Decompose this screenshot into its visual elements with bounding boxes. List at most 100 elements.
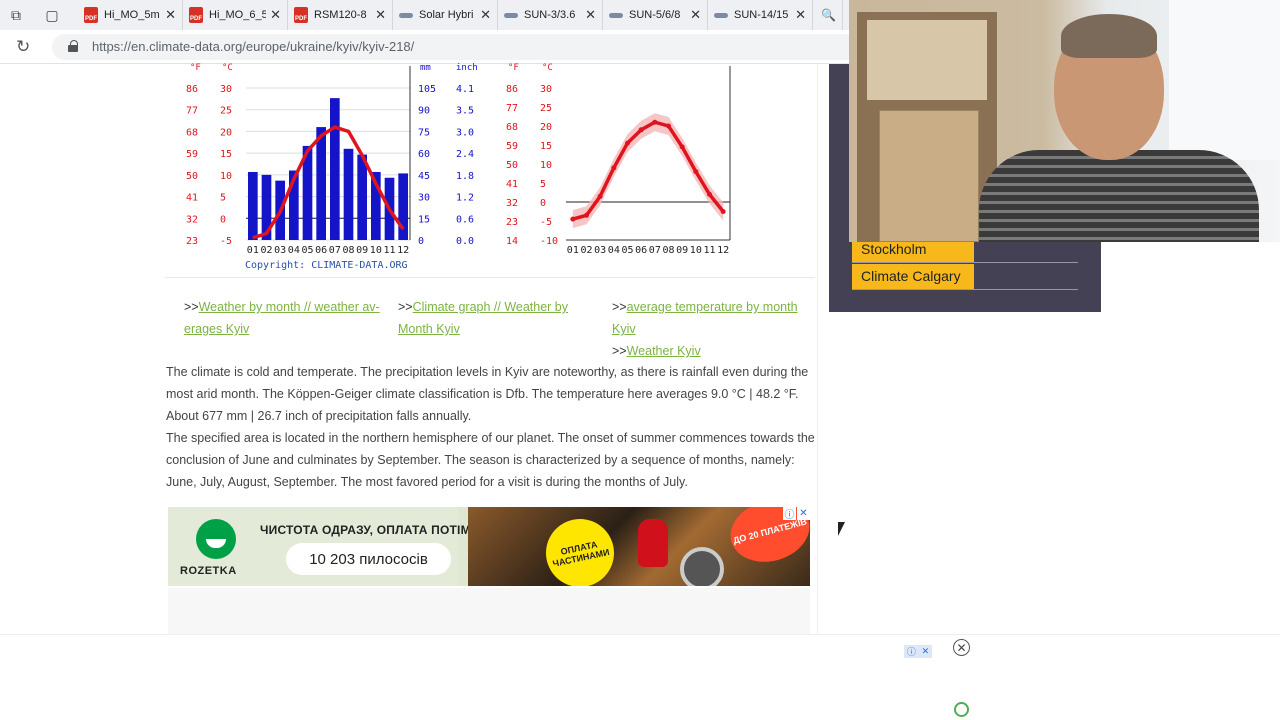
ad-brand: ROZETKA [180,565,237,577]
tick-label-c: 15 [220,149,232,160]
tab-title: Hi_MO_6_5 [209,9,267,21]
month-tick-label: 02 [580,245,592,256]
browser-tab[interactable]: SUN-5/6/8 ✕ [603,0,708,30]
link-climate-graph[interactable]: Climate graph // Weather by Month Kyiv [398,300,568,336]
tab-title: SUN-14/15 [734,9,789,21]
tab-close-icon[interactable]: ✕ [480,7,491,23]
tick-label-c: 5 [540,179,546,190]
tick-label-f: 32 [186,214,198,225]
tick-label-inch: 4.1 [456,84,474,95]
temperature-point [570,216,576,222]
tick-label-f: 23 [186,236,198,247]
temperature-point [679,144,685,150]
tab-close-icon[interactable]: ✕ [165,7,176,23]
month-tick-label: 06 [315,245,327,256]
precip-bar [316,127,326,240]
webcam-window [1169,0,1280,160]
tick-label-c: 15 [540,141,552,152]
sidebar-item-climate-calgary[interactable]: Climate Calgary [852,264,1078,290]
tab-title: SUN-5/6/8 [629,9,681,21]
tab-close-icon[interactable]: ✕ [270,7,281,23]
browser-tab[interactable]: Solar Hybri ✕ [393,0,498,30]
tab-close-icon[interactable]: ✕ [795,7,806,23]
month-tick-label: 04 [288,245,300,256]
link-prefix: >> [184,300,199,314]
reload-icon[interactable]: ↻ [16,37,30,57]
month-tick-label: 08 [662,245,674,256]
tick-label-f: 50 [506,160,518,171]
tick-label-f: 23 [506,217,518,228]
month-tick-label: 08 [342,245,354,256]
axis-unit-f: °F [508,63,519,73]
temperature-range-band [572,113,724,229]
tab-close-icon[interactable]: ✕ [690,7,701,23]
footer-ad-choices-icon[interactable]: ⓘ ✕ [904,645,932,658]
tick-label-c: 25 [540,103,552,114]
browser-tab[interactable]: SUN-14/15 ✕ [708,0,813,30]
link-group-3: >>average temperature by month Kyiv >>We… [612,296,802,362]
browser-tab[interactable]: PDF Hi_MO_6_5 ✕ [183,0,288,30]
temperature-point [584,212,589,218]
precip-bar [330,98,340,240]
link-weather-kyiv[interactable]: Weather Kyiv [627,344,701,358]
month-tick-label: 12 [717,245,729,256]
month-tick-label: 06 [635,245,647,256]
month-tick-label: 12 [397,245,409,256]
tick-label-f: 68 [506,122,518,133]
tick-label-c: 20 [540,122,552,133]
month-tick-label: 03 [594,245,606,256]
axis-unit-f: °F [190,63,201,73]
paragraph-seasons: The specified area is located in the nor… [166,431,815,489]
vacuum-image-icon [638,519,668,567]
precip-bar [343,148,354,240]
browser-tab[interactable]: SUN-3/3.6 ✕ [498,0,603,30]
month-tick-label: 10 [690,245,702,256]
month-tick-label: 02 [260,245,272,256]
workspaces-icon[interactable]: ⧉ [6,5,26,25]
footer-close-icon[interactable]: ✕ [953,639,970,656]
url-text[interactable]: https://en.climate-data.org/europe/ukrai… [92,39,414,54]
precip-bar [357,154,367,240]
column-separator [817,64,818,634]
tick-label-c: 30 [220,84,232,95]
ad-headline: ЧИСТОТА ОДРАЗУ, ОПЛАТА ПОТІМ [260,523,471,537]
axis-unit-inch: inch [456,63,478,73]
tab-strip: PDF Hi_MO_5m ✕ PDF Hi_MO_6_5 ✕ PDF RSM120-8 ✕ Sol… [78,0,843,30]
climate-charts: °F °C mm inch86 30 105 4.177 25 90 3.568 20 75 3.059… [186,63,731,271]
ad-close-icon[interactable]: ✕ [797,507,810,520]
tick-label-mm: 15 [418,214,430,225]
month-tick-label: 11 [383,245,395,256]
pdf-icon: PDF [84,7,98,23]
site-icon [609,12,623,18]
ad-count-pill: 10 203 пилососів [286,543,451,575]
tick-label-f: 41 [186,193,198,204]
tab-close-icon[interactable]: ✕ [585,7,596,23]
lock-icon[interactable] [68,40,78,52]
temperature-point [652,119,658,125]
browser-tab[interactable]: 🔍k [813,0,843,30]
link-prefix: >> [612,300,627,314]
ad-info-icon[interactable]: ⓘ [783,507,796,521]
link-average-temperature[interactable]: average temperature by month Kyiv [612,300,798,336]
tick-label-f: 86 [506,84,518,95]
tick-label-c: 0 [540,198,546,209]
rozetka-ad-banner[interactable]: ROZETKA ЧИСТОТА ОДРАЗУ, ОПЛАТА ПОТІМ 10 … [168,507,810,586]
rozetka-logo-icon [196,519,236,559]
tab-actions-icon[interactable]: ▢ [42,5,62,25]
tab-close-icon[interactable]: ✕ [375,7,386,23]
sidebar-item-label[interactable]: Climate Calgary [852,264,974,289]
climate-description: The climate is cold and temperate. The p… [166,361,816,493]
search-icon: 🔍 [821,8,836,22]
tick-label-mm: 0 [418,236,424,247]
link-prefix: >> [612,344,627,358]
tick-label-mm: 105 [418,84,436,95]
link-weather-by-month[interactable]: Weather by month // weather av-erages Ky… [184,300,380,336]
link-group-2: >>Climate graph // Weather by Month Kyiv [398,296,578,340]
tick-label-inch: 0.0 [456,236,474,247]
tick-label-inch: 1.2 [456,193,474,204]
browser-tab[interactable]: PDF RSM120-8 ✕ [288,0,393,30]
paragraph-climate: The climate is cold and temperate. The p… [166,365,809,423]
tick-label-f: 14 [506,236,518,247]
browser-tab[interactable]: PDF Hi_MO_5m ✕ [78,0,183,30]
temperature-point [707,191,712,197]
